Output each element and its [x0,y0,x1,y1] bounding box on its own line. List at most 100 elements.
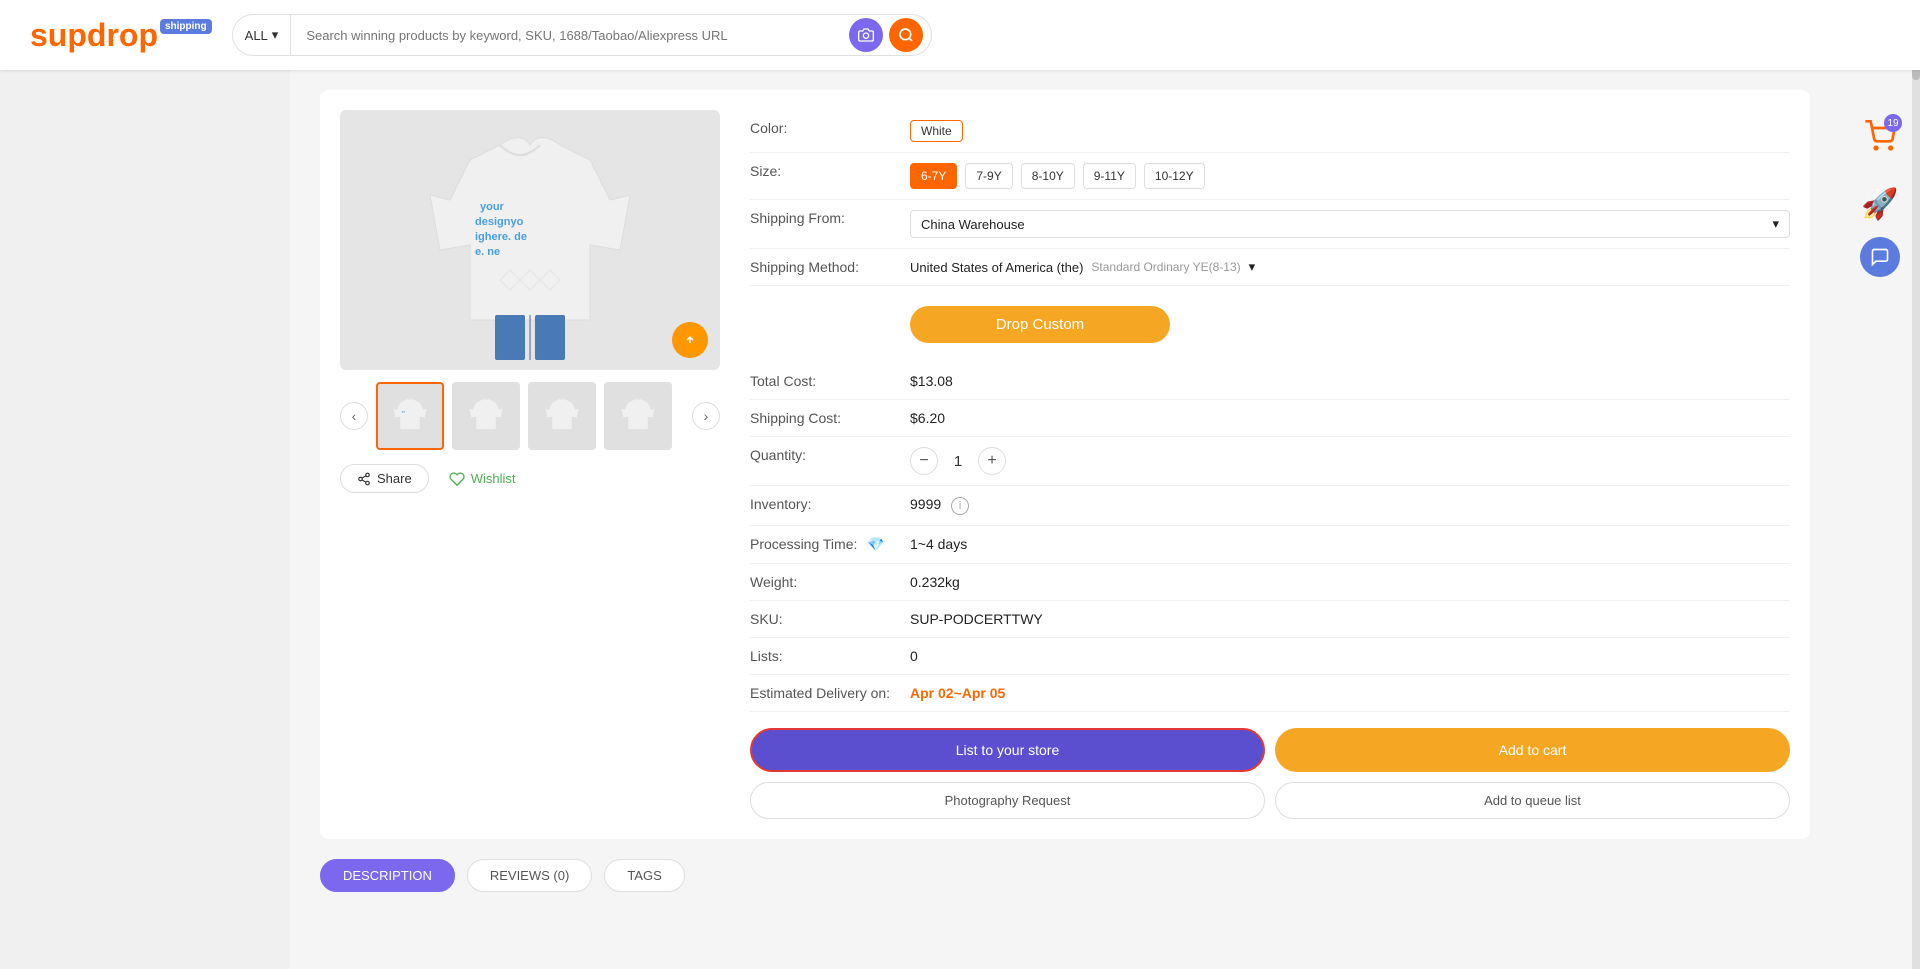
logo-drop: drop [87,17,158,54]
chat-widget[interactable] [1860,237,1900,277]
chevron-down-icon: ▾ [1772,216,1779,232]
right-sidebar: 19 🚀 [1840,70,1920,969]
share-button[interactable]: Share [340,464,429,493]
logo-shipping-badge: shipping [160,19,212,34]
gem-icon: 💎 [867,536,884,553]
logo: supdrop shipping [30,17,212,54]
info-icon[interactable]: i [951,497,969,515]
search-input[interactable] [291,15,848,55]
size-7-9y[interactable]: 7-9Y [965,163,1012,189]
rocket-widget[interactable]: 🚀 [1861,187,1898,222]
search-button[interactable] [889,18,923,52]
cart-widget[interactable]: 19 [1864,120,1896,157]
product-image-svg: your designyo ighere. de e. ne [420,120,640,360]
svg-text:designyo: designyo [475,216,524,228]
svg-text:ighere. de: ighere. de [475,231,527,243]
drop-custom-button[interactable]: Drop Custom [910,306,1170,343]
prev-thumbnail-button[interactable]: ‹ [340,402,368,430]
search-all-dropdown[interactable]: ALL ▾ [233,15,292,55]
upload-badge[interactable] [672,322,708,358]
color-row: Color: White [750,110,1790,153]
shipping-from-label: Shipping From: [750,210,910,226]
cart-badge: 19 [1884,114,1902,132]
processing-time-label: Processing Time: 💎 [750,536,910,553]
sku-row: SKU: SUP-PODCERTTWY [750,601,1790,638]
thumbnail-item[interactable] [528,382,596,450]
left-sidebar [0,70,290,969]
weight-label: Weight: [750,574,910,590]
product-images: your designyo ighere. de e. ne [340,110,720,819]
add-to-queue-list-button[interactable]: Add to queue list [1275,782,1790,819]
size-10-12y[interactable]: 10-12Y [1144,163,1205,189]
shipping-method-text: Standard Ordinary YE(8-13) [1091,260,1240,274]
shipping-from-row: Shipping From: China Warehouse ▾ [750,200,1790,249]
bottom-buttons: List to your store Add to cart Photograp… [750,728,1790,819]
shipping-method-label: Shipping Method: [750,259,910,275]
size-label: Size: [750,163,910,179]
shipping-from-text: China Warehouse [921,217,1025,232]
thumbnail-item[interactable]: yo [376,382,444,450]
main-image: your designyo ighere. de e. ne [340,110,720,370]
delivery-value: Apr 02~Apr 05 [910,685,1790,701]
total-cost-row: Total Cost: $13.08 [750,363,1790,400]
delivery-row: Estimated Delivery on: Apr 02~Apr 05 [750,675,1790,712]
thumb-svg-4 [618,396,658,436]
shipping-cost-value: $6.20 [910,410,1790,426]
quantity-label: Quantity: [750,447,910,463]
shipping-from-value: China Warehouse ▾ [910,210,1790,238]
shipping-method-detail[interactable]: United States of America (the) Standard … [910,259,1790,275]
add-to-cart-button[interactable]: Add to cart [1275,728,1790,772]
search-icons [849,18,931,52]
quantity-decrease-button[interactable]: − [910,447,938,475]
share-icon [357,472,371,486]
thumbnail-item[interactable] [604,382,672,450]
shipping-cost-label: Shipping Cost: [750,410,910,426]
photography-request-button[interactable]: Photography Request [750,782,1265,819]
size-8-10y[interactable]: 8-10Y [1021,163,1075,189]
total-cost-label: Total Cost: [750,373,910,389]
quantity-increase-button[interactable]: + [978,447,1006,475]
shipping-from-dropdown[interactable]: China Warehouse ▾ [910,210,1790,238]
svg-text:yo: yo [402,410,406,414]
product-details: Color: White Size: 6-7Y 7-9Y 8-10Y 9-11Y [750,110,1790,819]
inventory-number: 9999 [910,496,941,512]
processing-time-row: Processing Time: 💎 1~4 days [750,526,1790,564]
header: supdrop shipping ALL ▾ [0,0,1920,70]
inventory-label: Inventory: [750,496,910,512]
color-option-white[interactable]: White [910,120,963,142]
size-options: 6-7Y 7-9Y 8-10Y 9-11Y 10-12Y [910,163,1790,189]
thumbnail-item[interactable] [452,382,520,450]
color-label: Color: [750,120,910,136]
quantity-display: 1 [948,453,968,470]
tab-tags[interactable]: TAGS [604,859,684,892]
list-to-store-button[interactable]: List to your store [750,728,1265,772]
drop-custom-value: Drop Custom [910,296,1790,353]
lists-label: Lists: [750,648,910,664]
svg-text:your: your [480,201,505,213]
processing-time-value: 1~4 days [910,536,1790,552]
product-container: your designyo ighere. de e. ne [320,90,1810,839]
svg-text:e. ne: e. ne [475,246,500,258]
thumb-svg-2 [466,396,506,436]
action-row: Share Wishlist [340,464,720,493]
camera-search-button[interactable] [849,18,883,52]
chevron-down-icon: ▾ [1249,259,1256,275]
next-thumbnail-button[interactable]: › [692,402,720,430]
main-layout: your designyo ighere. de e. ne [0,70,1920,969]
weight-row: Weight: 0.232kg [750,564,1790,601]
lists-row: Lists: 0 [750,638,1790,675]
shipping-method-value: United States of America (the) Standard … [910,259,1790,275]
total-cost-value: $13.08 [910,373,1790,389]
inventory-row: Inventory: 9999 i [750,486,1790,526]
wishlist-button[interactable]: Wishlist [449,471,516,487]
logo-text: sup [30,17,87,54]
wishlist-label: Wishlist [471,471,516,486]
size-6-7y[interactable]: 6-7Y [910,163,957,189]
size-9-11y[interactable]: 9-11Y [1083,163,1136,189]
tab-description[interactable]: DESCRIPTION [320,859,455,892]
shipping-country: United States of America (the) [910,260,1083,275]
scrollbar[interactable] [1912,0,1920,969]
size-value: 6-7Y 7-9Y 8-10Y 9-11Y 10-12Y [910,163,1790,189]
tab-reviews[interactable]: REVIEWS (0) [467,859,592,892]
chevron-down-icon: ▾ [272,27,279,43]
